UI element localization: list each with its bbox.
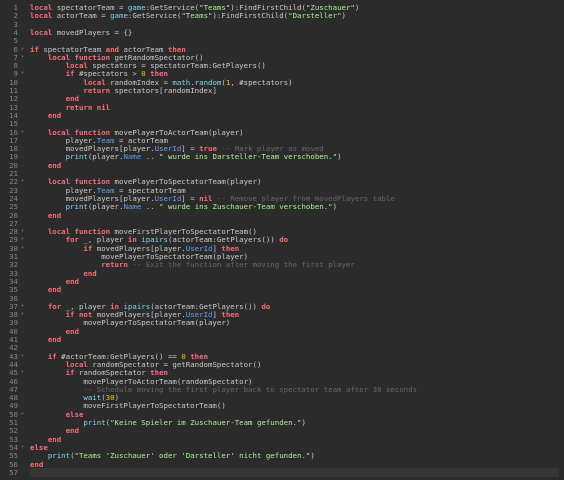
builtin-token: print [65,152,88,162]
fold-toggle-icon[interactable]: ▾ [21,411,26,417]
code-token: movedPlayers = {} [52,27,133,37]
keyword-token: return nil [65,102,111,112]
code-token: ) [341,11,346,21]
fold-toggle-icon[interactable]: ▾ [21,237,26,242]
property-token: Name [123,202,142,212]
fold-toggle-icon[interactable]: ▾ [21,312,26,317]
keyword-token: do [261,301,271,311]
keyword-token: end [65,426,79,436]
keyword-token: end [30,459,44,469]
keyword-token: return [83,86,111,95]
keyword-token: local [30,11,53,21]
fold-toggle-icon[interactable]: ▾ [21,46,26,52]
line-number-gutter: 1 2 3 4 5 6 ▾ 7 ▾ 8 9 ▾ 10 11 12 13 14 15 16 ▾ 17 18 19 20 21 22 ▾… [0,0,26,480]
builtin-token: game [110,11,128,21]
builtin-token: print [47,451,71,461]
code-line[interactable]: end [30,335,61,344]
builtin-token: print [65,202,88,212]
keyword-token: end [47,210,62,220]
code-line[interactable]: end [30,111,61,120]
comment-token: -- Schedule moving the first player back… [83,384,418,394]
code-token: .. [141,202,160,212]
code-token: ) [301,418,306,427]
fold-toggle-icon[interactable]: ▾ [21,444,26,450]
string-token: "Keine Spieler im Zuschauer-Team gefunde… [110,418,302,427]
code-token: ) [354,3,360,12]
code-token: , #spectators) [230,77,293,87]
fold-toggle-icon[interactable]: ▾ [21,54,26,60]
fold-toggle-icon[interactable]: ▾ [21,129,26,135]
keyword-token: end [47,160,62,170]
line-number: 57 [9,467,18,477]
property-token: Name [123,152,142,162]
code-token: (player. [87,152,124,162]
keyword-token: end [83,268,97,278]
builtin-token: print [83,418,106,427]
fold-toggle-icon[interactable]: ▾ [21,229,26,234]
string-token: " wurde ins Darsteller-Team verschoben." [159,152,338,162]
code-line[interactable]: print(player.Name .. " wurde ins Zuschau… [30,202,337,211]
vertical-scrollbar[interactable] [559,0,564,480]
keyword-token: end [65,326,79,336]
fold-toggle-icon[interactable]: ▾ [21,245,26,251]
code-token: :GetService( [127,11,182,21]
code-line[interactable]: end [30,161,61,170]
code-token: ):FindFirstChild( [212,11,289,21]
keyword-token: do [279,235,289,245]
code-line[interactable]: end [30,460,43,469]
comment-token: -- Exit the function after moving the fi… [132,260,355,270]
keyword-token: end [47,335,62,344]
code-line[interactable]: end [30,285,61,294]
code-token: .. [141,152,160,162]
code-token: ) [337,152,342,162]
code-token: (player. [87,202,124,212]
fold-toggle-icon[interactable]: ▾ [21,71,26,76]
code-editor[interactable]: 1 2 3 4 5 6 ▾ 7 ▾ 8 9 ▾ 10 11 12 13 14 15 16 ▾ 17 18 19 20 21 22 ▾… [0,0,564,480]
code-token: actorTeam = [52,11,111,21]
code-line[interactable]: print(player.Name .. " wurde ins Darstel… [30,152,342,161]
code-token: spectators[randomIndex] [110,86,217,95]
keyword-token: end [47,434,62,444]
fold-toggle-icon[interactable]: ▾ [21,179,26,184]
code-area[interactable]: local spectatorTeam = game:GetService("T… [30,0,564,480]
code-token: ) [332,202,338,212]
fold-toggle-icon[interactable]: ▾ [21,353,26,359]
fold-toggle-icon[interactable]: ▾ [21,303,26,309]
code-token: ) [310,451,315,461]
keyword-token: end [65,276,79,286]
code-line[interactable]: end [30,211,61,220]
keyword-token: end [47,110,62,120]
keyword-token: local [30,27,53,37]
string-token: " wurde ins Zuschauer-Team verschoben." [159,202,333,212]
string-token: "Teams 'Zuschauer' oder 'Darsteller' nic… [74,451,311,461]
code-line[interactable]: local movedPlayers = {} [30,28,132,37]
fold-toggle-icon[interactable]: ▾ [21,370,26,375]
code-line[interactable]: print("Teams 'Zuschauer' oder 'Darstelle… [30,451,315,460]
string-token: "Teams" [181,11,213,21]
keyword-token: return [101,260,128,270]
keyword-token: end [47,285,62,295]
code-line[interactable]: local actorTeam = game:GetService("Teams… [30,11,346,20]
string-token: "Darsteller" [288,11,342,21]
